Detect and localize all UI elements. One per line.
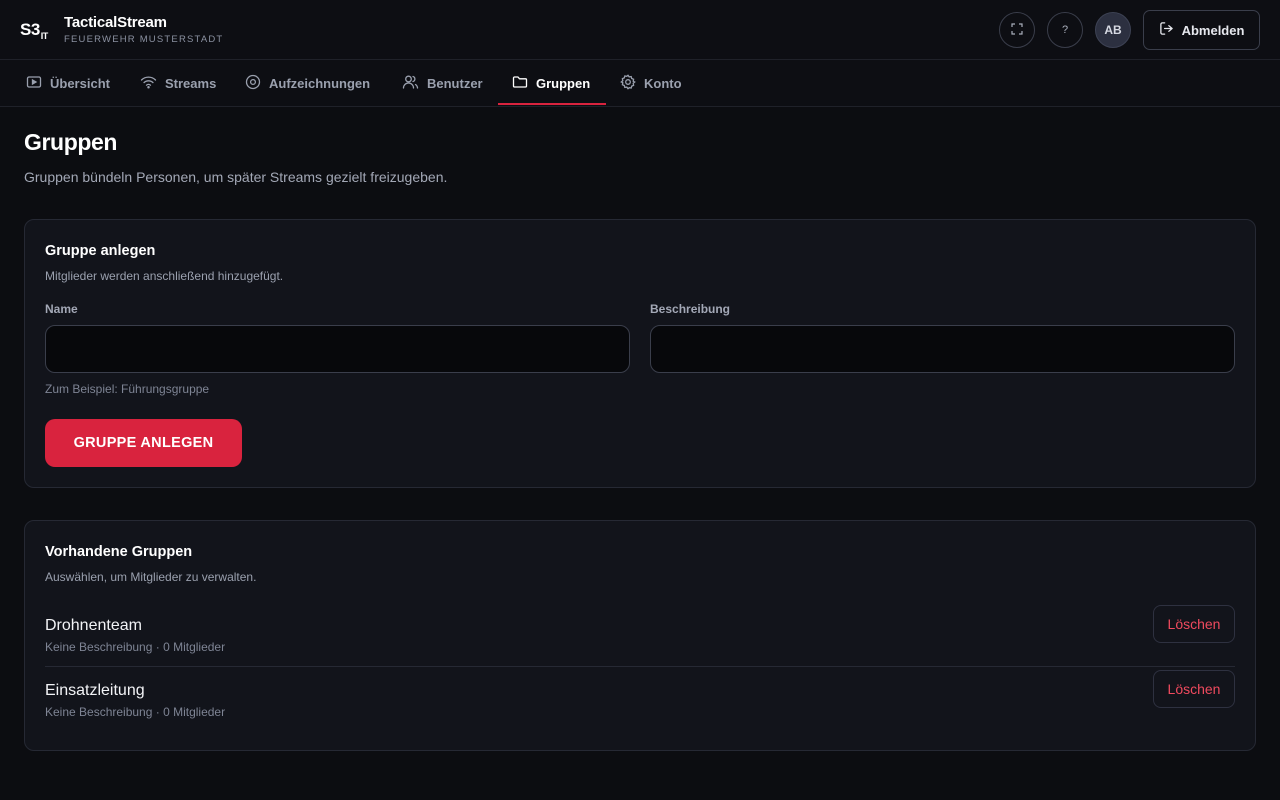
- delete-group-button[interactable]: Löschen: [1153, 605, 1235, 643]
- card-subtitle: Mitglieder werden anschließend hinzugefü…: [45, 269, 284, 283]
- tab-groups[interactable]: Gruppen: [512, 60, 590, 106]
- folder-icon: [512, 74, 528, 93]
- create-group-card: Gruppe anlegen Mitglieder werden anschli…: [24, 219, 1256, 488]
- organization-name: FEUERWEHR MUSTERSTADT: [64, 34, 224, 45]
- delete-group-button[interactable]: Löschen: [1153, 670, 1235, 708]
- name-input[interactable]: [45, 325, 630, 373]
- app-title: TacticalStream: [64, 14, 167, 31]
- create-group-button[interactable]: GRUPPE ANLEGEN: [45, 419, 242, 467]
- tab-label: Aufzeichnungen: [269, 75, 371, 91]
- group-row[interactable]: Einsatzleitung Keine Beschreibung · 0 Mi…: [45, 670, 1235, 746]
- logo-sub: IT: [40, 31, 49, 41]
- tab-users[interactable]: Benutzer: [402, 60, 483, 106]
- record-icon: [245, 74, 261, 93]
- group-name: Einsatzleitung: [45, 682, 145, 699]
- description-input[interactable]: [650, 325, 1235, 373]
- play-square-icon: [26, 74, 42, 93]
- active-tab-indicator: [498, 103, 606, 105]
- main-navigation: Übersicht Streams Aufzeichnungen Benutze…: [0, 60, 1280, 107]
- fullscreen-icon: [1011, 22, 1023, 38]
- page-title: Gruppen: [24, 129, 118, 155]
- tab-overview[interactable]: Übersicht: [26, 60, 110, 106]
- tab-label: Benutzer: [427, 75, 483, 91]
- help-button[interactable]: ?: [1047, 12, 1083, 48]
- existing-groups-card: Vorhandene Gruppen Auswählen, um Mitglie…: [24, 520, 1256, 751]
- tab-streams[interactable]: Streams: [140, 60, 216, 106]
- description-label: Beschreibung: [650, 302, 731, 316]
- top-bar: S3IT TacticalStream FEUERWEHR MUSTERSTAD…: [0, 0, 1280, 60]
- logout-label: Abmelden: [1181, 22, 1245, 38]
- help-icon: ?: [1061, 24, 1069, 36]
- group-name: Drohnenteam: [45, 617, 142, 634]
- user-avatar[interactable]: AB: [1095, 12, 1131, 48]
- card-subtitle: Auswählen, um Mitglieder zu verwalten.: [45, 570, 257, 584]
- card-title: Vorhandene Gruppen: [45, 544, 193, 560]
- name-hint: Zum Beispiel: Führungsgruppe: [45, 382, 210, 396]
- card-title: Gruppe anlegen: [45, 243, 156, 259]
- tab-label: Streams: [165, 75, 217, 91]
- fullscreen-button[interactable]: [999, 12, 1035, 48]
- name-label: Name: [45, 302, 78, 316]
- tab-label: Konto: [644, 75, 682, 91]
- s3it-logo[interactable]: S3IT: [20, 20, 48, 41]
- logout-icon: [1159, 21, 1174, 39]
- users-icon: [402, 74, 419, 93]
- row-divider: [45, 666, 1235, 667]
- gear-icon: [620, 73, 636, 93]
- page-description: Gruppen bündeln Personen, um später Stre…: [24, 169, 448, 185]
- logo-main: S3: [20, 20, 40, 39]
- wifi-icon: [140, 74, 157, 93]
- group-meta: Keine Beschreibung · 0 Mitglieder: [45, 705, 226, 719]
- group-meta: Keine Beschreibung · 0 Mitglieder: [45, 640, 226, 654]
- logout-button[interactable]: Abmelden: [1143, 10, 1260, 50]
- tab-account[interactable]: Konto: [620, 60, 682, 106]
- tab-label: Gruppen: [536, 75, 591, 91]
- tab-label: Übersicht: [50, 75, 110, 91]
- tab-recordings[interactable]: Aufzeichnungen: [245, 60, 370, 106]
- group-row[interactable]: Drohnenteam Keine Beschreibung · 0 Mitgl…: [45, 605, 1235, 681]
